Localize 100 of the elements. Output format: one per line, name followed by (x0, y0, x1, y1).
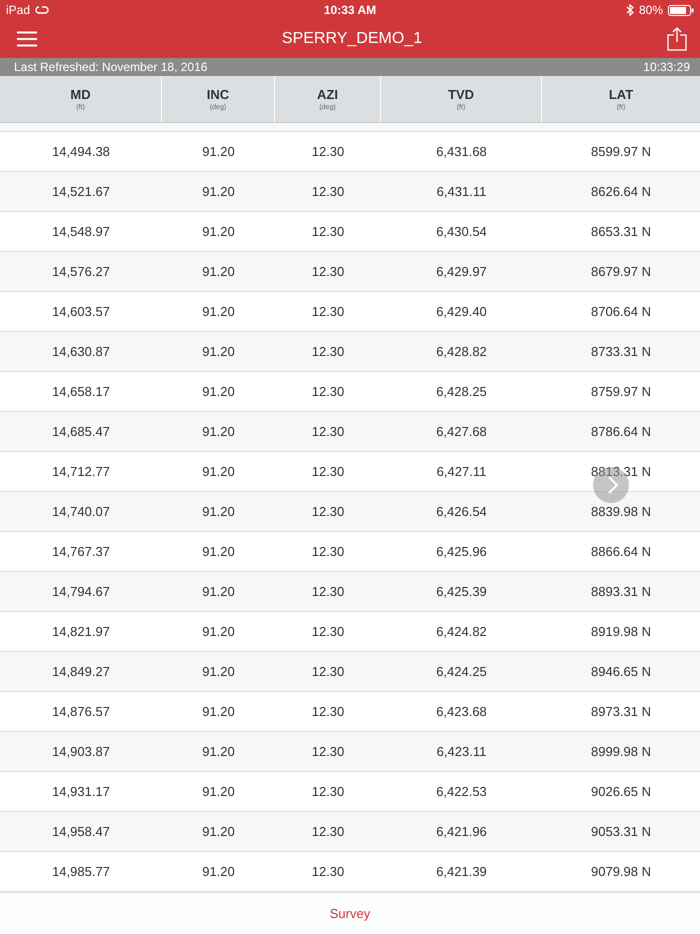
table-cell: 14,576.27 (52, 264, 110, 279)
table-cell: 8706.64 N (591, 304, 651, 319)
table-cell: 14,876.57 (52, 704, 110, 719)
table-cell: 8813.31 N (591, 464, 651, 479)
table-cell: 6,431.68 (436, 144, 487, 159)
table-cell: 14,548.97 (52, 224, 110, 239)
column-name: AZI (317, 87, 338, 102)
table-cell: 12.30 (312, 744, 344, 759)
table-cell: 14,712.77 (52, 464, 110, 479)
table-cell: 8973.31 N (591, 704, 651, 719)
table-cell: 91.20 (202, 864, 235, 879)
column-name: TVD (448, 87, 474, 102)
table-cell: 91.20 (202, 384, 235, 399)
column-name: LAT (608, 87, 634, 102)
table-cell: 12.30 (312, 304, 344, 319)
table-cell: 12.30 (312, 504, 344, 519)
table-cell: 9079.98 N (591, 864, 651, 879)
table-cell: 8626.64 N (591, 184, 651, 199)
table-cell: 91.20 (202, 704, 235, 719)
table-cell: 14,931.17 (52, 784, 110, 799)
table-cell: 6,424.82 (436, 624, 487, 639)
table-cell: 12.30 (312, 424, 344, 439)
table-cell: 12.30 (312, 184, 344, 199)
column-name: INC (206, 87, 230, 102)
table-cell: 14,494.38 (52, 144, 110, 159)
table-cell: 12.30 (312, 824, 344, 839)
table-cell: 91.20 (202, 624, 235, 639)
table-cell: 12.30 (312, 344, 344, 359)
table-cell: 12.30 (312, 264, 344, 279)
table-cell: 91.20 (202, 344, 235, 359)
table-cell: 6,427.68 (436, 424, 487, 439)
table-cell: 8893.31 N (591, 584, 651, 599)
last-refreshed: Last Refreshed: November 18, 2016 (14, 60, 208, 74)
menu-button[interactable] (17, 31, 37, 47)
table-cell: 91.20 (202, 504, 235, 519)
table-cell: 14,985.77 (52, 864, 110, 879)
table-cell: 14,849.27 (52, 664, 110, 679)
table-cell: 12.30 (312, 384, 344, 399)
table-cell: 9053.31 N (591, 824, 651, 839)
table-cell: 6,423.68 (436, 704, 487, 719)
table-cell: 14,521.67 (52, 184, 110, 199)
table-cell: 6,430.54 (436, 224, 487, 239)
table-cell: 6,423.11 (436, 744, 486, 759)
table-cell: 8599.97 N (591, 144, 651, 159)
table-cell: 14,794.67 (52, 584, 110, 599)
table-cell: 8679.97 N (591, 264, 651, 279)
table-cell: 6,421.39 (436, 864, 487, 879)
table-cell: 12.30 (312, 464, 344, 479)
nav-title: SPERRY_DEMO_1 (282, 30, 422, 48)
table-cell: 91.20 (202, 184, 235, 199)
table-cell: 91.20 (202, 784, 235, 799)
battery-icon (668, 4, 694, 16)
table-cell: 12.30 (312, 144, 344, 159)
table-cell: 6,428.82 (436, 344, 487, 359)
table-cell: 91.20 (202, 464, 235, 479)
table-cell: 14,740.07 (52, 504, 110, 519)
table-cell: 12.30 (312, 624, 344, 639)
table-cell: 91.20 (202, 224, 235, 239)
survey-tab[interactable]: Survey (324, 905, 376, 922)
table-cell: 8759.97 N (591, 384, 651, 399)
table-cell: 6,425.39 (436, 584, 487, 599)
sync-icon (35, 5, 50, 15)
table-cell: 91.20 (202, 744, 235, 759)
table-cell: 12.30 (312, 864, 344, 879)
table-cell: 14,685.47 (52, 424, 110, 439)
table-cell: 91.20 (202, 584, 235, 599)
table-cell: 6,426.54 (436, 504, 487, 519)
table-cell: 6,422.53 (436, 784, 487, 799)
table-cell: 6,429.40 (436, 304, 487, 319)
table-cell: 12.30 (312, 784, 344, 799)
refresh-time: 10:33:29 (643, 60, 690, 74)
table-cell: 14,603.57 (52, 304, 110, 319)
battery-percent: 80% (638, 3, 663, 17)
table-cell: 14,658.17 (52, 384, 110, 399)
table-cell: 91.20 (202, 144, 235, 159)
table-cell: 14,903.87 (52, 744, 110, 759)
table-cell: 6,421.96 (436, 824, 487, 839)
table-cell: 91.20 (202, 264, 235, 279)
table-cell: 12.30 (312, 584, 344, 599)
table-cell: 6,428.25 (436, 384, 487, 399)
table-cell: 14,630.87 (52, 344, 110, 359)
table-cell: 12.30 (312, 224, 344, 239)
status-time: 10:33 AM (324, 3, 376, 17)
table-cell: 8733.31 N (591, 344, 651, 359)
share-button[interactable] (666, 27, 687, 51)
table-cell: 6,431.11 (436, 184, 486, 199)
table-cell: 6,429.97 (436, 264, 487, 279)
table-cell: 8866.64 N (591, 544, 651, 559)
table-cell: 9026.65 N (591, 784, 651, 799)
table-cell: 14,958.47 (52, 824, 110, 839)
table-cell: 6,425.96 (436, 544, 487, 559)
table-cell: 8946.65 N (591, 664, 651, 679)
table-cell: 8786.64 N (591, 424, 651, 439)
table-cell: 12.30 (312, 544, 344, 559)
table-cell: 12.30 (312, 664, 344, 679)
table-cell: 14,767.37 (52, 544, 110, 559)
menu-icon (17, 31, 37, 47)
share-icon (666, 27, 687, 51)
table-cell: 8999.98 N (591, 744, 651, 759)
table-cell: 91.20 (202, 544, 235, 559)
